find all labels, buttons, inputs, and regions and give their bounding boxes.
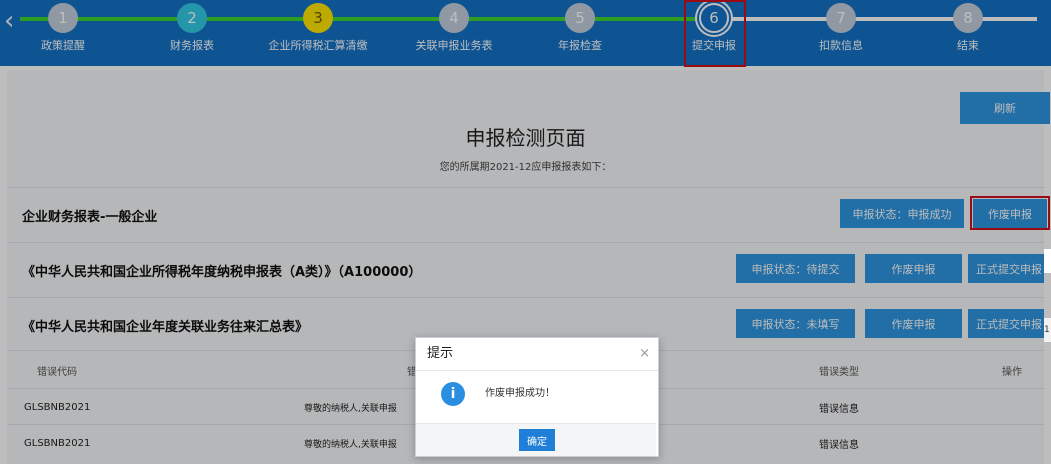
close-icon[interactable]: ×	[639, 338, 650, 370]
confirm-button[interactable]: 确定	[519, 429, 555, 451]
dialog-title: 提示	[427, 346, 454, 361]
dialog-footer: 确定	[416, 423, 656, 456]
dialog-body: i 作废申报成功！	[416, 371, 658, 423]
side-tab[interactable]: 1	[1044, 318, 1051, 342]
side-tab[interactable]	[1044, 249, 1051, 273]
info-icon: i	[441, 382, 465, 406]
alert-dialog: 提示 × i 作废申报成功！ 确定	[415, 337, 659, 457]
dialog-message: 作废申报成功！	[485, 388, 555, 399]
dialog-header: 提示 ×	[416, 338, 658, 371]
